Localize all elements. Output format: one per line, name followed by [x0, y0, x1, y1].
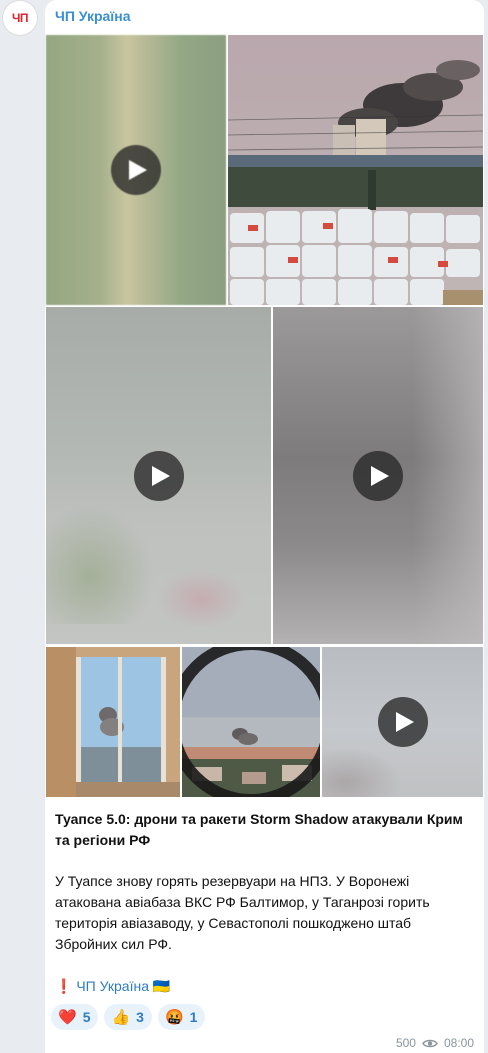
- signature-link[interactable]: ЧП Україна: [76, 978, 149, 994]
- eye-icon: [422, 1039, 438, 1047]
- post-signature: ❗️ ЧП Україна 🇺🇦: [55, 976, 475, 997]
- exclamation-icon: ❗️: [55, 978, 73, 994]
- view-count: 500: [395, 1036, 416, 1050]
- reaction-angry[interactable]: 🤬 1: [157, 1004, 206, 1030]
- post-title: Туапсе 5.0: дрони та ракети Storm Shadow…: [55, 811, 463, 848]
- channel-name[interactable]: ЧП Україна: [55, 8, 131, 24]
- angry-face-icon: 🤬: [164, 1009, 184, 1026]
- reaction-count: 5: [82, 1009, 91, 1025]
- reaction-count: 1: [189, 1009, 198, 1025]
- play-icon[interactable]: [377, 697, 428, 747]
- message-bubble: ЧП Україна Туапсе 5.0: дрони та ракети S…: [45, 0, 484, 1053]
- message-time: 08:00: [443, 1036, 474, 1050]
- play-icon[interactable]: [353, 450, 403, 501]
- reaction-heart[interactable]: ❤️ 5: [51, 1004, 99, 1030]
- media-video-2[interactable]: [46, 307, 271, 644]
- avatar-text: ЧП: [11, 11, 29, 25]
- post-body: У Туапсе знову горять резервуари на НПЗ.…: [55, 873, 430, 952]
- heart-icon: ❤️: [58, 1009, 77, 1026]
- media-video-1[interactable]: [46, 35, 226, 305]
- media-photo-1[interactable]: [228, 35, 483, 305]
- reactions-bar: ❤️ 5 👍 3 🤬 1: [51, 1004, 206, 1030]
- thumbs-up-icon: 👍: [111, 1009, 131, 1026]
- message-meta: 500 08:00: [396, 1036, 474, 1050]
- play-icon[interactable]: [133, 450, 184, 501]
- media-photo-3[interactable]: [182, 647, 320, 797]
- reaction-count: 3: [136, 1009, 144, 1025]
- ukraine-flag-icon: 🇺🇦: [152, 978, 171, 994]
- reaction-thumbs-up[interactable]: 👍 3: [104, 1004, 152, 1030]
- media-video-4[interactable]: [322, 647, 483, 797]
- play-icon[interactable]: [111, 145, 161, 195]
- channel-avatar[interactable]: ЧП: [2, 0, 38, 36]
- media-video-3[interactable]: [273, 307, 483, 644]
- media-photo-2[interactable]: [46, 647, 180, 797]
